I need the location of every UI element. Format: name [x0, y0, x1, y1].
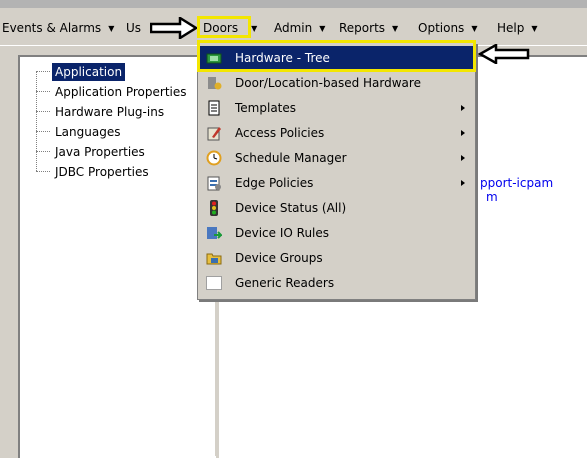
- menu-item-generic-readers[interactable]: Generic Readers: [200, 271, 473, 295]
- content-link[interactable]: pport-icpam m: [480, 176, 553, 204]
- menu-help[interactable]: Help ▼: [497, 20, 538, 36]
- hardware-tree-highlight-box: [197, 40, 476, 72]
- window-top-strip: [0, 0, 587, 8]
- menu-reports[interactable]: Reports ▼: [339, 20, 398, 36]
- menu-reports-label: Reports: [339, 21, 386, 35]
- templates-icon: [208, 100, 220, 116]
- tree-item-label: Languages: [55, 124, 121, 139]
- menu-item-label: Device Groups: [235, 251, 323, 265]
- submenu-arrow-icon: [461, 180, 465, 186]
- menu-item-label: Device IO Rules: [235, 226, 330, 240]
- tree-item-languages[interactable]: Languages: [36, 122, 123, 140]
- tree-item-label: Application: [50, 61, 127, 82]
- tree-connector: [36, 171, 50, 172]
- tree-item-label: Java Properties: [55, 144, 145, 159]
- menu-item-door-location-hardware[interactable]: Door/Location-based Hardware: [200, 71, 473, 95]
- menu-item-label: Access Policies: [235, 126, 325, 140]
- menu-events-alarms-label: Events & Alarms: [2, 21, 102, 35]
- dropdown-arrow-icon: ▼: [531, 24, 538, 33]
- menu-admin-label: Admin: [274, 21, 313, 35]
- menu-item-templates[interactable]: Templates: [200, 96, 473, 120]
- access-policies-icon: [207, 127, 221, 141]
- menu-item-label: Door/Location-based Hardware: [235, 76, 421, 90]
- tree-item-label: Hardware Plug-ins: [55, 104, 165, 119]
- submenu-arrow-icon: [461, 155, 465, 161]
- submenu-arrow-icon: [461, 130, 465, 136]
- menu-users-label: Us: [126, 21, 142, 35]
- dropdown-arrow-icon: ▼: [392, 24, 399, 33]
- menu-item-edge-policies[interactable]: Edge Policies: [200, 171, 473, 195]
- menu-admin[interactable]: Admin ▼: [274, 20, 325, 36]
- dropdown-arrow-icon: ▼: [471, 24, 478, 33]
- menu-options[interactable]: Options ▼: [418, 20, 477, 36]
- content-link-text: pport-icpam: [480, 176, 554, 190]
- menu-item-device-status-all[interactable]: Device Status (All): [200, 196, 473, 220]
- tree-item-java-properties[interactable]: Java Properties: [36, 142, 148, 160]
- door-location-icon: [208, 77, 222, 90]
- right-arrow-callout-icon: [150, 17, 198, 39]
- menu-events-alarms[interactable]: Events & Alarms ▼: [2, 20, 114, 36]
- menu-item-schedule-manager[interactable]: Schedule Manager: [200, 146, 473, 170]
- menu-item-label: Templates: [235, 101, 297, 115]
- dropdown-arrow-icon: ▼: [251, 24, 258, 33]
- doors-dropdown-menu: Hardware - Tree Door/Location-based Hard…: [197, 42, 476, 300]
- menu-item-label: Schedule Manager: [235, 151, 347, 165]
- tree-item-label: Application Properties: [55, 84, 187, 99]
- menu-item-label: Generic Readers: [235, 276, 335, 290]
- tree-item-jdbc-properties[interactable]: JDBC Properties: [36, 162, 152, 180]
- tree-panel: Application Application Properties Hardw…: [18, 55, 216, 458]
- tree-connector: [36, 151, 50, 152]
- menu-users[interactable]: Us: [126, 20, 141, 36]
- left-arrow-callout-icon: [478, 44, 530, 64]
- menu-help-label: Help: [497, 21, 525, 35]
- tree-connector: [36, 91, 50, 92]
- tree-item-application[interactable]: Application: [36, 61, 127, 82]
- content-link-text: m: [486, 190, 498, 204]
- device-groups-icon: [206, 253, 222, 265]
- tree-connector: [36, 71, 50, 72]
- device-io-rules-icon: [207, 227, 222, 239]
- generic-readers-icon: [206, 276, 222, 290]
- schedule-manager-icon: [206, 150, 222, 166]
- menu-item-access-policies[interactable]: Access Policies: [200, 121, 473, 145]
- traffic-light-icon: [210, 200, 218, 216]
- dropdown-arrow-icon: ▼: [319, 24, 326, 33]
- menu-item-device-io-rules[interactable]: Device IO Rules: [200, 221, 473, 245]
- menu-item-label: Edge Policies: [235, 176, 314, 190]
- menu-item-label: Device Status (All): [235, 201, 347, 215]
- dropdown-arrow-icon: ▼: [108, 24, 115, 33]
- edge-policies-icon: [207, 176, 221, 191]
- doors-highlight-box: [197, 16, 251, 38]
- tree-item-application-properties[interactable]: Application Properties: [36, 82, 190, 100]
- tree-connector: [36, 111, 50, 112]
- tree-item-hardware-plugins[interactable]: Hardware Plug-ins: [36, 102, 167, 120]
- tree-item-label: JDBC Properties: [55, 164, 149, 179]
- submenu-arrow-icon: [461, 105, 465, 111]
- tree-connector: [36, 131, 50, 132]
- menu-item-device-groups[interactable]: Device Groups: [200, 246, 473, 270]
- menu-options-label: Options: [418, 21, 465, 35]
